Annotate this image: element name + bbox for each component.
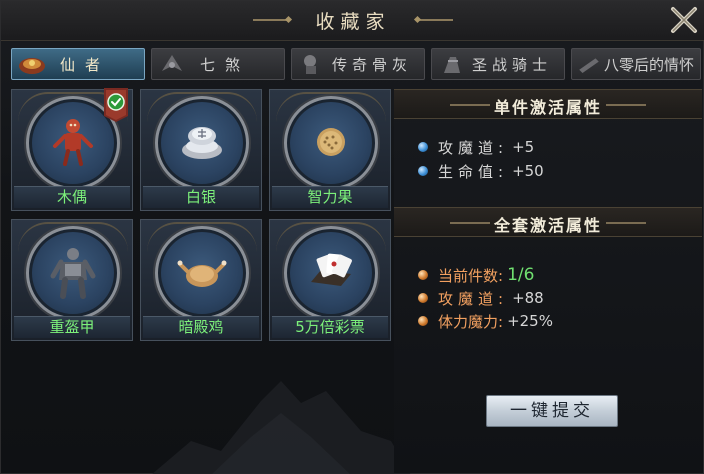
single-attr-row: 生命值: +50 xyxy=(418,161,544,181)
attr-key: 生命值: xyxy=(438,162,509,181)
tab-label: 传奇骨灰 xyxy=(332,55,413,74)
close-icon xyxy=(671,7,697,33)
set-progress-row: 当前件数: 1/6 xyxy=(418,265,534,285)
full-attr-row: 体力魔力: +25% xyxy=(418,311,553,331)
blue-orb-icon xyxy=(418,166,428,176)
attr-value: +5 xyxy=(512,138,535,156)
puppet-icon xyxy=(53,119,93,166)
silver-ingot-icon xyxy=(182,127,222,159)
blue-orb-icon xyxy=(418,142,428,152)
item-label: 木偶 xyxy=(14,186,130,208)
collected-check-icon xyxy=(104,88,128,122)
tab-legend-ashes[interactable]: 传奇骨灰 xyxy=(291,48,425,80)
orange-orb-icon xyxy=(418,316,428,326)
item-grid: 木偶 白银 智力果 重盔甲 暗殿鸡 5万倍彩票 xyxy=(11,88,391,345)
wisdom-fruit-icon xyxy=(317,128,345,156)
item-label: 5万倍彩票 xyxy=(272,316,388,338)
single-activation-header: 单件激活属性 xyxy=(394,89,702,119)
crusader-knight-tab-icon xyxy=(444,57,460,73)
single-activation-title: 单件激活属性 xyxy=(493,98,602,117)
window-title: 收藏家 xyxy=(315,11,391,33)
category-tabs: 仙者 七煞 传奇骨灰 圣战骑士 八零后的情怀 xyxy=(11,48,701,80)
full-attr-row: 攻魔道: +88 xyxy=(418,288,544,308)
attr-value: +25% xyxy=(507,312,553,330)
tab-seven-demons[interactable]: 七煞 xyxy=(151,48,285,80)
tab-post80s-nostalgia[interactable]: 八零后的情怀 xyxy=(571,48,701,80)
single-attr-row: 攻魔道: +5 xyxy=(418,137,534,157)
title-bar: 收藏家 xyxy=(1,1,704,41)
tab-label: 圣战骑士 xyxy=(472,55,553,74)
collector-window: 收藏家 仙者 七煞 传奇骨灰 圣战骑士 八零后的情怀 木偶 白银 智力果 重盔甲… xyxy=(0,0,704,474)
header-ornament xyxy=(606,104,646,106)
attribute-panel: 单件激活属性 攻魔道: +5 生命值: +50 全套激活属性 当前件数: 1/6… xyxy=(394,89,702,473)
attr-value: +50 xyxy=(512,162,544,180)
legend-ashes-tab-icon xyxy=(304,55,316,74)
tab-crusader-knight[interactable]: 圣战骑士 xyxy=(431,48,565,80)
progress-value: 1/6 xyxy=(507,265,535,285)
item-slot-dark-hall-chicken[interactable]: 暗殿鸡 xyxy=(140,219,262,341)
item-slot-wisdom-fruit[interactable]: 智力果 xyxy=(269,89,391,211)
item-slot-heavy-armor[interactable]: 重盔甲 xyxy=(11,219,133,341)
heavy-armor-icon xyxy=(50,248,96,299)
header-ornament xyxy=(606,222,646,224)
item-label: 重盔甲 xyxy=(14,316,130,338)
item-slot-lottery-ticket[interactable]: 5万倍彩票 xyxy=(269,219,391,341)
tab-label: 仙者 xyxy=(60,55,111,74)
tab-immortal[interactable]: 仙者 xyxy=(11,48,145,80)
item-label: 智力果 xyxy=(272,186,388,208)
item-slot-silver[interactable]: 白银 xyxy=(140,89,262,211)
full-activation-header: 全套激活属性 xyxy=(394,207,702,237)
full-activation-title: 全套激活属性 xyxy=(493,216,602,235)
orange-orb-icon xyxy=(418,270,428,280)
attr-value: +88 xyxy=(512,289,544,307)
dark-hall-chicken-icon xyxy=(177,260,227,287)
tab-label: 八零后的情怀 xyxy=(604,55,695,74)
submit-all-button[interactable]: 一键提交 xyxy=(486,395,618,427)
orange-orb-icon xyxy=(418,293,428,303)
lottery-ticket-icon xyxy=(311,253,352,286)
item-label: 白银 xyxy=(143,186,259,208)
attr-key: 攻魔道: xyxy=(438,289,509,308)
tab-label: 七煞 xyxy=(200,55,251,74)
post80s-nostalgia-tab-icon xyxy=(579,58,599,73)
mountain-decoration xyxy=(152,381,411,474)
title-ornament-right xyxy=(419,19,453,21)
attr-key: 体力魔力: xyxy=(438,312,504,331)
item-slot-puppet[interactable]: 木偶 xyxy=(11,88,133,211)
immortal-tab-icon xyxy=(19,58,45,74)
item-label: 暗殿鸡 xyxy=(143,316,259,338)
attr-key: 攻魔道: xyxy=(438,138,509,157)
close-button[interactable] xyxy=(669,5,699,35)
seven-demons-tab-icon xyxy=(162,55,182,71)
progress-label: 当前件数: xyxy=(438,266,504,285)
